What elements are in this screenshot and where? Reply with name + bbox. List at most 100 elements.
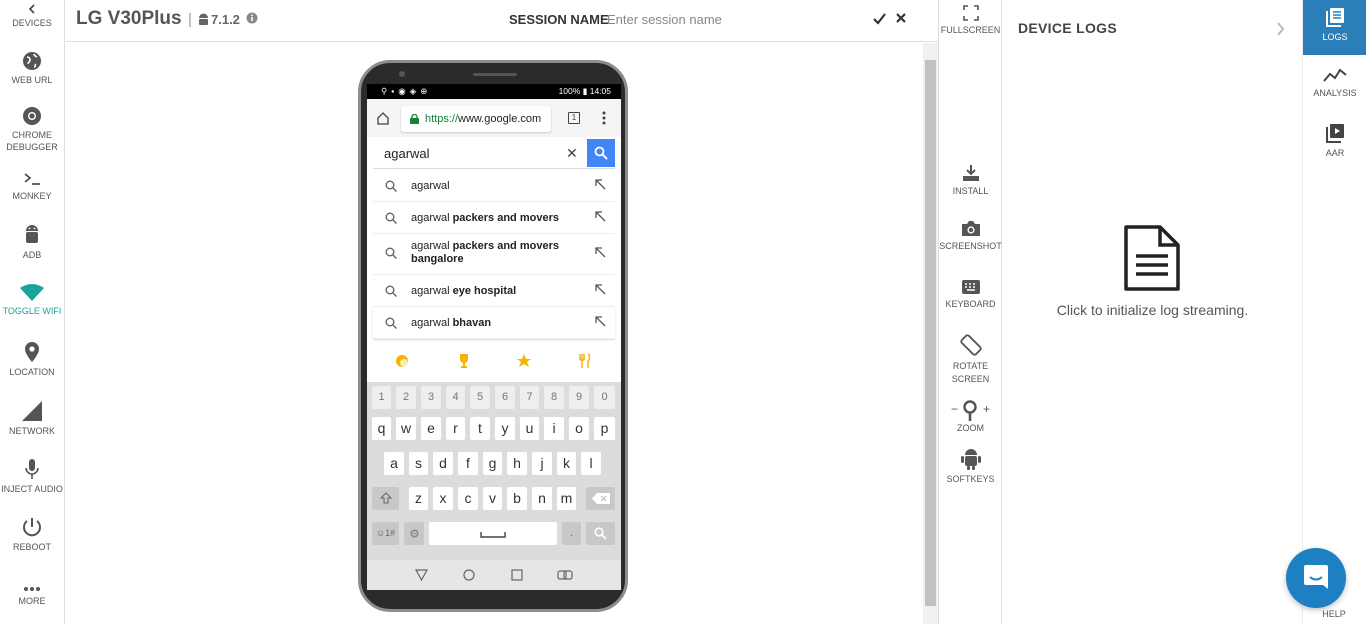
address-bar[interactable]: https://www.google.com bbox=[401, 106, 551, 132]
symbols-key[interactable]: ☺1# bbox=[372, 522, 399, 545]
key-h[interactable]: h bbox=[507, 452, 527, 475]
scrollbar-thumb[interactable] bbox=[925, 60, 936, 606]
fullscreen-button[interactable]: FULLSCREEN bbox=[939, 5, 1002, 37]
suggestion-item[interactable]: agarwal packers and movers bbox=[373, 202, 615, 234]
period-key[interactable]: . bbox=[562, 522, 581, 545]
key-y[interactable]: y bbox=[495, 417, 515, 440]
overflow-menu-icon[interactable] bbox=[602, 111, 606, 125]
log-streaming-message[interactable]: Click to initialize log streaming. bbox=[1003, 302, 1302, 318]
stage-scrollbar[interactable] bbox=[923, 43, 938, 624]
key-5[interactable]: 5 bbox=[470, 386, 490, 409]
home-circle-icon[interactable] bbox=[463, 569, 475, 581]
help-chat-button[interactable] bbox=[1286, 548, 1346, 608]
key-d[interactable]: d bbox=[433, 452, 453, 475]
web-url-button[interactable]: WEB URL bbox=[0, 51, 64, 86]
analysis-tab[interactable]: ANALYSIS bbox=[1303, 67, 1366, 99]
key-l[interactable]: l bbox=[581, 452, 601, 475]
more-button[interactable]: MORE bbox=[0, 586, 64, 607]
key-7[interactable]: 7 bbox=[520, 386, 539, 409]
arrow-up-left-icon[interactable] bbox=[595, 316, 606, 327]
screenshot-button[interactable]: SCREENSHOT bbox=[939, 220, 1002, 253]
logs-tab[interactable]: LOGS bbox=[1303, 0, 1366, 55]
arrow-up-left-icon[interactable] bbox=[595, 179, 606, 190]
key-r[interactable]: r bbox=[446, 417, 465, 440]
arrow-up-left-icon[interactable] bbox=[595, 284, 606, 295]
backspace-key[interactable] bbox=[586, 487, 615, 510]
star-icon[interactable] bbox=[516, 353, 532, 369]
google-search-box[interactable]: agarwal ✕ bbox=[373, 139, 615, 169]
document-icon[interactable] bbox=[1123, 224, 1181, 292]
device-screen[interactable]: ⚲▪◉◈⊕ 100% ▮ 14:05 https://www.google.co… bbox=[367, 84, 621, 590]
key-g[interactable]: g bbox=[483, 452, 502, 475]
key-j[interactable]: j bbox=[532, 452, 552, 475]
softkeys-button[interactable]: SOFTKEYS bbox=[939, 446, 1002, 486]
key-n[interactable]: n bbox=[532, 487, 552, 510]
tab-switcher[interactable]: 1 bbox=[568, 112, 580, 124]
clear-query-icon[interactable]: ✕ bbox=[566, 145, 578, 162]
arrow-up-left-icon[interactable] bbox=[595, 247, 606, 258]
suggestion-item[interactable]: agarwal eye hospital bbox=[373, 275, 615, 307]
suggestion-item[interactable]: agarwal bhavan bbox=[373, 307, 615, 339]
key-k[interactable]: k bbox=[557, 452, 576, 475]
key-1[interactable]: 1 bbox=[372, 386, 391, 409]
keyboard-search-key[interactable] bbox=[586, 522, 615, 545]
inject-audio-button[interactable]: INJECT AUDIO bbox=[0, 458, 64, 495]
suggestion-item[interactable]: agarwal bbox=[373, 170, 615, 202]
shift-key[interactable] bbox=[372, 487, 399, 510]
reboot-button[interactable]: REBOOT bbox=[0, 516, 64, 553]
key-x[interactable]: x bbox=[433, 487, 453, 510]
trophy-icon[interactable] bbox=[456, 353, 472, 369]
key-q[interactable]: q bbox=[372, 417, 391, 440]
key-9[interactable]: 9 bbox=[569, 386, 589, 409]
key-e[interactable]: e bbox=[421, 417, 441, 440]
key-f[interactable]: f bbox=[458, 452, 478, 475]
key-c[interactable]: c bbox=[458, 487, 478, 510]
key-a[interactable]: a bbox=[384, 452, 404, 475]
devices-button[interactable]: DEVICES bbox=[0, 4, 64, 29]
chevron-right-icon[interactable] bbox=[1276, 22, 1285, 36]
toggle-wifi-button[interactable]: TOGGLE WIFI bbox=[0, 284, 64, 317]
arrow-up-left-icon[interactable] bbox=[595, 211, 606, 222]
key-b[interactable]: b bbox=[507, 487, 527, 510]
key-0[interactable]: 0 bbox=[594, 386, 615, 409]
key-6[interactable]: 6 bbox=[495, 386, 515, 409]
key-v[interactable]: v bbox=[483, 487, 502, 510]
session-name-input[interactable] bbox=[607, 8, 867, 30]
key-i[interactable]: i bbox=[544, 417, 564, 440]
info-icon[interactable] bbox=[246, 12, 258, 24]
key-8[interactable]: 8 bbox=[544, 386, 564, 409]
zoom-control[interactable]: − + ZOOM bbox=[939, 400, 1002, 435]
zoom-out-button[interactable]: − bbox=[951, 403, 958, 416]
search-submit-button[interactable] bbox=[587, 139, 615, 167]
install-button[interactable]: INSTALL bbox=[939, 164, 1002, 198]
weather-icon[interactable] bbox=[395, 354, 409, 368]
checkmark-icon[interactable] bbox=[873, 12, 886, 25]
key-p[interactable]: p bbox=[594, 417, 615, 440]
key-s[interactable]: s bbox=[409, 452, 428, 475]
keyboard-button[interactable]: KEYBOARD bbox=[939, 279, 1002, 311]
home-icon[interactable] bbox=[376, 111, 390, 125]
key-w[interactable]: w bbox=[396, 417, 416, 440]
key-3[interactable]: 3 bbox=[421, 386, 441, 409]
key-m[interactable]: m bbox=[557, 487, 576, 510]
key-o[interactable]: o bbox=[569, 417, 589, 440]
suggestion-item[interactable]: agarwal packers and movers bangalore bbox=[373, 234, 615, 275]
recents-square-icon[interactable] bbox=[511, 569, 523, 581]
close-icon[interactable] bbox=[895, 12, 907, 24]
dual-window-icon[interactable] bbox=[557, 569, 573, 581]
aar-tab[interactable]: AAR bbox=[1303, 123, 1366, 159]
key-u[interactable]: u bbox=[520, 417, 539, 440]
key-4[interactable]: 4 bbox=[446, 386, 465, 409]
space-key[interactable] bbox=[429, 522, 557, 545]
monkey-button[interactable]: MONKEY bbox=[0, 171, 64, 202]
network-button[interactable]: NETWORK bbox=[0, 400, 64, 437]
restaurant-icon[interactable] bbox=[578, 353, 592, 369]
chrome-debugger-button[interactable]: CHROME DEBUGGER bbox=[0, 106, 64, 153]
location-button[interactable]: LOCATION bbox=[0, 341, 64, 378]
key-2[interactable]: 2 bbox=[396, 386, 416, 409]
back-triangle-icon[interactable] bbox=[415, 569, 428, 581]
zoom-in-button[interactable]: + bbox=[983, 403, 990, 416]
rotate-screen-button[interactable]: ROTATE SCREEN bbox=[939, 333, 1002, 386]
adb-button[interactable]: ADB bbox=[0, 222, 64, 261]
key-t[interactable]: t bbox=[470, 417, 490, 440]
